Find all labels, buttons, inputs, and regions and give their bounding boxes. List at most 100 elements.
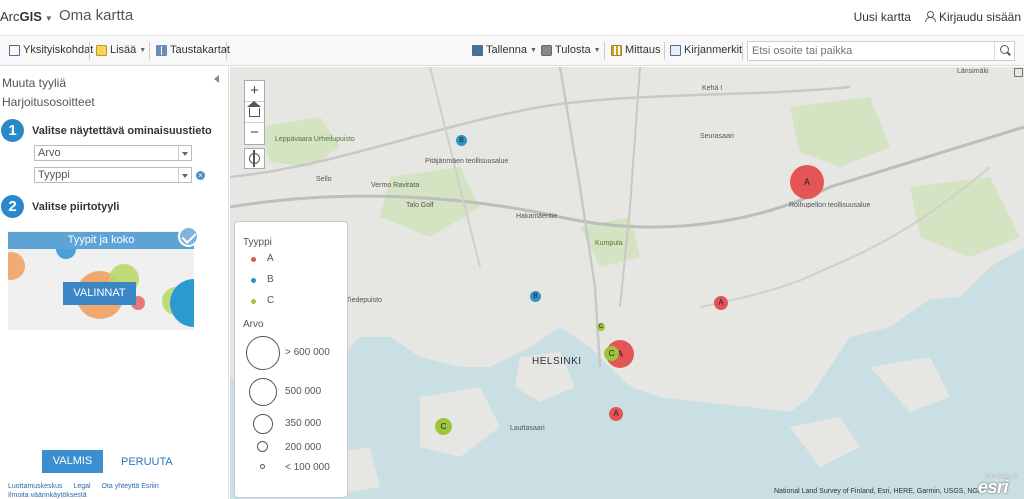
place-label: Talo Golf	[406, 202, 434, 209]
place-label: Tiedepuisto	[346, 297, 382, 304]
zoom-in-button[interactable]: +	[245, 81, 264, 102]
legend-size-circle	[260, 464, 265, 469]
attribute-select-2[interactable]: Tyyppi	[34, 167, 192, 183]
options-button[interactable]: VALINNAT	[63, 282, 136, 305]
place-label: Hakamäentie	[516, 213, 558, 220]
sign-in-link[interactable]: Kirjaudu sisään	[924, 10, 1021, 24]
legend-size-label: > 600 000	[285, 347, 330, 358]
chevron-down-icon: ▼	[44, 14, 53, 23]
attribute-select-1[interactable]: Arvo	[34, 145, 192, 161]
place-label: Pitäjänmäen teollisuusalue	[425, 158, 509, 165]
print-button[interactable]: Tulosta ▼	[541, 44, 601, 56]
basemaps-label: Taustakartat	[170, 44, 230, 56]
done-button[interactable]: VALMIS	[42, 450, 103, 473]
report-abuse-link[interactable]: Ilmoita väärinkäytöksestä	[8, 492, 87, 499]
legend-size-label: 500 000	[285, 386, 322, 397]
panel-title: Muuta tyyliä	[2, 76, 67, 90]
change-style-panel: Muuta tyyliä Harjoitusosoitteet 1 Valits…	[0, 67, 229, 499]
map-view[interactable]: Länsimäki Kehä I Leppävaara Urheilupuist…	[230, 67, 1024, 499]
zoom-out-button[interactable]: −	[245, 123, 264, 144]
place-label: Leppävaara Urheilupuisto	[275, 136, 355, 143]
place-label: Sello	[316, 176, 332, 183]
map-point-C[interactable]: C	[597, 323, 605, 331]
attribute-select-1-value: Arvo	[38, 147, 61, 159]
footer-links: Luottamuskeskus Legal Ota yhteyttä Esrii…	[8, 482, 168, 499]
bookmarks-label: Kirjanmerkit	[684, 44, 743, 56]
map-legend: Tyyppi A B C Arvo > 600 000 500 000 350 …	[234, 221, 348, 498]
legal-link[interactable]: Legal	[73, 483, 90, 490]
layer-name: Harjoitusosoitteet	[2, 95, 95, 109]
basemap-graphic	[230, 67, 1024, 497]
map-point-B[interactable]: B	[530, 291, 541, 302]
attribute-select-2-value: Tyyppi	[38, 169, 70, 181]
search-input[interactable]	[748, 42, 988, 60]
legend-size-title: Arvo	[243, 319, 264, 330]
place-label: Kumpula	[595, 240, 623, 247]
locate-icon[interactable]	[244, 148, 265, 169]
zoom-controls: + −	[244, 80, 265, 145]
place-label: Vermo Ravirata	[371, 182, 420, 189]
step-2-label: Valitse piirtotyyli	[32, 201, 120, 213]
legend-size-circle	[246, 336, 280, 370]
measure-label: Mittaus	[625, 44, 661, 56]
map-point-A[interactable]: A	[714, 296, 728, 310]
place-label: Länsimäki	[957, 68, 989, 75]
legend-swatch-c	[251, 299, 256, 304]
fullscreen-icon[interactable]	[1014, 68, 1023, 77]
legend-size-label: < 100 000	[285, 462, 330, 473]
bookmark-icon	[670, 44, 681, 56]
chevron-down-icon	[178, 168, 191, 182]
step-2-number: 2	[1, 195, 24, 218]
save-button[interactable]: Tallenna ▼	[472, 44, 537, 56]
trust-center-link[interactable]: Luottamuskeskus	[8, 483, 62, 490]
sign-in-label: Kirjaudu sisään	[938, 10, 1021, 24]
toolbar-divider	[226, 42, 227, 60]
map-point-C[interactable]: C	[435, 418, 452, 435]
legend-swatch-a	[251, 257, 256, 262]
arcgis-logo[interactable]: ArcGIS ▼	[0, 9, 53, 24]
collapse-panel-icon[interactable]	[214, 75, 219, 83]
print-label: Tulosta	[555, 44, 591, 56]
place-label: Roihupellon teollisuusalue	[789, 202, 871, 209]
details-button[interactable]: Yksityiskohdat	[9, 44, 93, 56]
remove-attribute-icon[interactable]: ×	[196, 171, 205, 180]
cancel-button[interactable]: PERUUTA	[121, 456, 173, 468]
style-card-types-and-size[interactable]: Tyypit ja koko VALINNAT	[8, 231, 194, 330]
map-point-C[interactable]: C	[604, 346, 619, 361]
ruler-icon	[611, 44, 622, 56]
home-button[interactable]	[245, 101, 264, 123]
legend-type-a: A	[267, 253, 274, 264]
map-point-A[interactable]: A	[609, 407, 623, 421]
details-icon	[9, 44, 20, 56]
measure-button[interactable]: Mittaus	[611, 44, 660, 56]
new-map-link[interactable]: Uusi kartta	[854, 10, 911, 24]
map-point-B[interactable]: B	[456, 135, 467, 146]
legend-type-c: C	[267, 295, 275, 306]
contact-esri-link[interactable]: Ota yhteyttä Esriin	[102, 483, 159, 490]
user-icon	[924, 11, 936, 22]
map-attribution: National Land Survey of Finland, Esri, H…	[774, 488, 983, 495]
print-icon	[541, 44, 552, 56]
chevron-down-icon: ▼	[139, 46, 147, 54]
home-icon	[247, 101, 261, 117]
basemaps-button[interactable]: Taustakartat	[156, 44, 230, 56]
toolbar-divider	[149, 42, 150, 60]
add-button[interactable]: Lisää ▼	[96, 44, 146, 56]
legend-size-circle	[249, 378, 277, 406]
toolbar-divider	[604, 42, 605, 60]
legend-size-label: 350 000	[285, 418, 322, 429]
map-point-A[interactable]: A	[790, 165, 824, 199]
add-label: Lisää	[110, 44, 137, 56]
map-title: Oma kartta	[59, 7, 134, 24]
search-icon[interactable]	[994, 42, 1014, 60]
toolbar-divider	[664, 42, 665, 60]
place-label: Kehä I	[702, 85, 723, 92]
chevron-down-icon: ▼	[529, 46, 537, 54]
esri-logo[interactable]: esri	[978, 477, 1009, 498]
city-label: HELSINKI	[532, 356, 582, 367]
basemap-gallery-icon	[156, 44, 167, 56]
bookmarks-button[interactable]: Kirjanmerkit	[670, 44, 742, 56]
logo-prefix: Arc	[0, 9, 20, 24]
style-card-title: Tyypit ja koko	[8, 232, 194, 249]
legend-size-circle	[253, 414, 273, 434]
